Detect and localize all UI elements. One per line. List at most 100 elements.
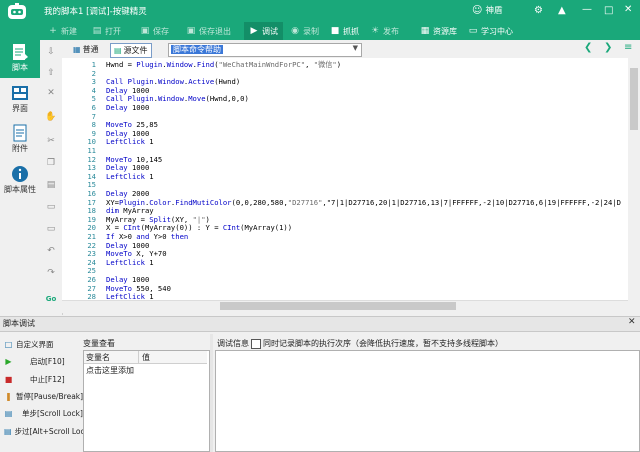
undo-icon[interactable]: ↶ [44, 244, 58, 258]
step-button[interactable]: ▤ 单步[Scroll Lock] [4, 405, 84, 421]
redo-icon[interactable]: ↷ [44, 266, 58, 280]
source-mode-icon: ▤ [114, 46, 122, 55]
custom-ui-icon: □ [4, 339, 13, 349]
source-mode-button[interactable]: ▤ 源文件 [110, 43, 152, 58]
chevron-down-icon: ▼ [352, 44, 358, 52]
close-icon[interactable]: ✕ [624, 4, 632, 15]
close-icon[interactable]: ✕ [628, 317, 636, 327]
sidebar-item-label: 脚本 [12, 63, 28, 72]
comment-icon[interactable]: ▭ [44, 200, 58, 214]
chevron-left-icon[interactable]: ❮ [584, 42, 592, 53]
save-exit-button[interactable]: ▣ 保存退出 [186, 22, 231, 40]
floppy-exit-icon: ▣ [186, 26, 196, 36]
copy-icon[interactable]: ❐ [44, 156, 58, 170]
play-icon: ▶ [5, 356, 12, 366]
record-button[interactable]: ◉ 录制 [290, 22, 319, 40]
open-button[interactable]: ▤ 打开 [92, 22, 121, 40]
publish-button[interactable]: ☀ 发布 [370, 22, 399, 40]
floppy-icon: ▣ [140, 26, 150, 36]
cut-icon[interactable]: ✂ [44, 134, 58, 148]
debug-panel-header [0, 316, 640, 332]
code-line[interactable]: LeftClick 1 [106, 138, 154, 147]
paste-icon[interactable]: ▤ [44, 178, 58, 192]
debug-info-header: 调试信息 同时记录脚本的执行次序（会降低执行速度，暂不支持多线程脚本） [217, 338, 503, 349]
capture-icon: ■ [330, 26, 340, 36]
script-icon [13, 44, 28, 60]
learn-button[interactable]: ▭ 学习中心 [468, 22, 513, 40]
custom-ui-button[interactable]: □ 自定义界面 [4, 336, 84, 352]
goto-icon[interactable]: Go [44, 292, 58, 306]
delete-icon[interactable]: ✕ [44, 86, 58, 100]
record-order-label[interactable]: 同时记录脚本的执行次序（会降低执行速度，暂不支持多线程脚本） [263, 338, 503, 349]
window-title: 我的脚本1 [调试]-按键精灵 [44, 7, 147, 17]
resource-icon: ▦ [420, 26, 430, 36]
code-line[interactable]: LeftClick 1 [106, 172, 154, 182]
minimize-icon[interactable]: — [582, 4, 592, 15]
normal-mode-icon: ▦ [73, 45, 81, 54]
debug-panel-title: 脚本调试 [3, 319, 35, 328]
column-header-name[interactable]: 变量名 [86, 352, 110, 363]
record-order-checkbox[interactable] [251, 338, 261, 349]
sidebar-item-label: 附件 [12, 144, 28, 153]
new-button[interactable]: + 新建 [48, 22, 77, 40]
expand-icon[interactable]: ≡ [624, 42, 632, 53]
sidebar-item-properties[interactable]: 脚本属性 [0, 162, 40, 200]
plus-icon: + [49, 26, 57, 36]
code-line[interactable]: XY=Plugin.Color.FindMutiColor(0,0,280,58… [106, 198, 621, 208]
pause-button[interactable]: ❚ 暂停[Pause/Break] [4, 388, 84, 404]
code-area[interactable]: Hwnd = Plugin.Window.Find("WeChatMainWnd… [106, 59, 628, 299]
step-icon: ▤ [4, 408, 13, 418]
chevron-right-icon[interactable]: ❯ [604, 42, 612, 53]
start-button[interactable]: ▶ 启动[F10] [4, 353, 84, 369]
debug-info-title: 调试信息 [217, 339, 249, 348]
vertical-scroll-thumb[interactable] [630, 68, 638, 130]
column-divider[interactable] [138, 351, 139, 363]
maximize-icon[interactable]: □ [604, 5, 613, 16]
debug-button[interactable]: ▶ 调试 [244, 22, 283, 40]
step-over-icon: ▤ [4, 426, 12, 436]
variables-title: 变量查看 [83, 339, 115, 348]
folder-icon: ▤ [92, 26, 102, 36]
sidebar-item-layout[interactable]: 界面 [0, 81, 40, 119]
user-name: 神盾 [485, 6, 503, 16]
debug-info-output[interactable] [215, 350, 640, 452]
step-over-button[interactable]: ▤ 步过[Alt+Scroll Lock] [4, 423, 92, 439]
sidebar-item-attachment[interactable]: 附件 [0, 121, 40, 159]
user-account[interactable]: ☺ 神盾 [472, 4, 503, 17]
gear-icon[interactable]: ⚙ [534, 5, 543, 16]
stop-button[interactable]: ■ 中止[F12] [4, 371, 84, 387]
code-line[interactable]: LeftClick 1 [106, 258, 154, 268]
resource-button[interactable]: ▦ 资源库 [420, 22, 457, 40]
info-icon [12, 166, 28, 182]
column-header-value[interactable]: 值 [142, 352, 150, 363]
normal-mode-button[interactable]: ▦ 普通 [70, 43, 102, 56]
play-circle-icon: ▶ [250, 26, 258, 36]
pause-icon: ❚ [5, 391, 12, 401]
mascot-icon [8, 3, 26, 19]
code-line[interactable]: Hwnd = Plugin.Window.Find("WeChatMainWnd… [106, 60, 341, 70]
publish-icon: ☀ [370, 26, 380, 36]
move-down-icon[interactable]: ⇩ [44, 45, 58, 59]
save-button[interactable]: ▣ 保存 [140, 22, 169, 40]
record-icon: ◉ [291, 26, 299, 36]
attachment-icon [13, 124, 27, 142]
line-numbers: 1 2 3 4 5 6 7 8 9 10 11 12 13 14 15 16 17 18 19 20 21 22 23 24 2… [62, 59, 98, 301]
shirt-icon[interactable]: ▲ [558, 5, 566, 16]
add-variable-row[interactable]: 点击这里添加 [86, 365, 134, 376]
sidebar-item-label: 界面 [12, 104, 28, 113]
uncomment-icon[interactable]: ▭ [44, 222, 58, 236]
command-help-select[interactable]: 脚本命令帮助 ▼ [168, 43, 362, 57]
capture-button[interactable]: ■ 抓抓 [330, 22, 359, 40]
horizontal-scroll-thumb[interactable] [220, 302, 456, 310]
code-line[interactable]: LeftClick 1 [106, 292, 154, 299]
layout-icon [12, 86, 28, 100]
user-icon: ☺ [472, 4, 483, 16]
hand-icon[interactable]: ✋ [44, 110, 58, 124]
book-icon: ▭ [468, 26, 478, 36]
stop-icon: ■ [4, 374, 13, 384]
move-up-icon[interactable]: ⇧ [44, 66, 58, 80]
code-line[interactable]: Delay 1000 [106, 103, 149, 113]
command-select-value: 脚本命令帮助 [171, 45, 223, 54]
sidebar-item-script[interactable]: 脚本 [0, 40, 40, 78]
panel-splitter[interactable] [210, 334, 213, 452]
